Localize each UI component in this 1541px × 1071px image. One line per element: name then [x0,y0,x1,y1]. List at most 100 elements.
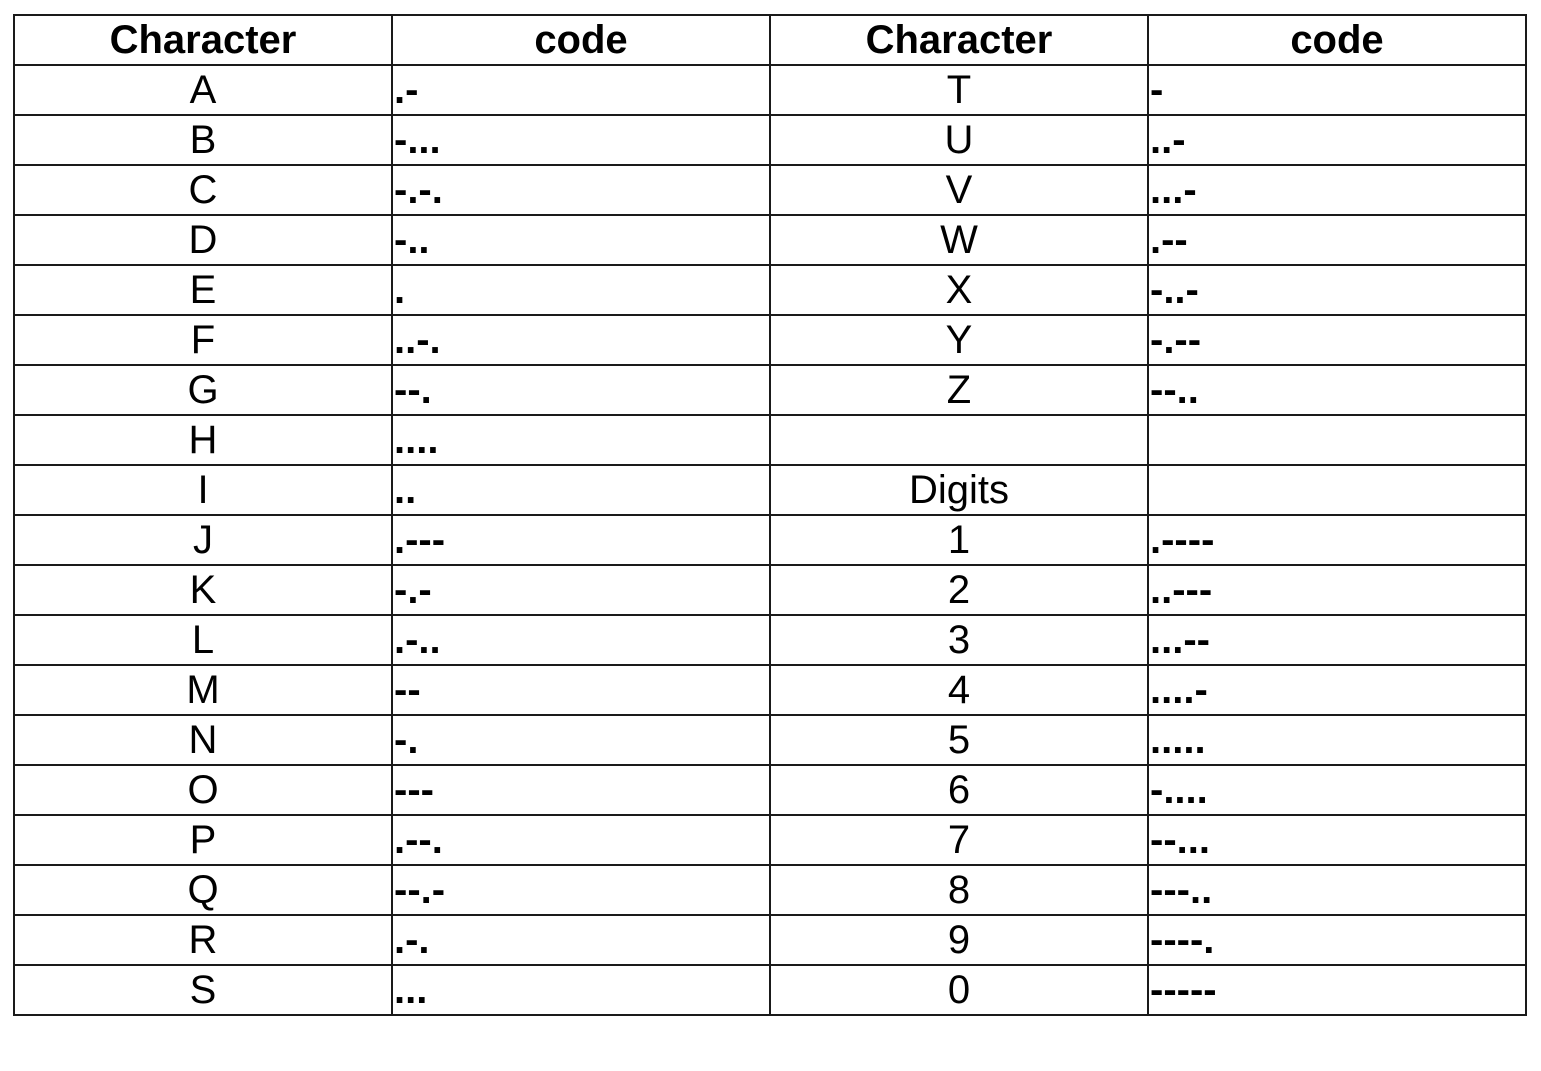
header-character-right: Character [769,14,1149,66]
table-row: E. X -..- [13,264,1527,316]
character-cell: S [13,964,393,1016]
character-cell: Y [769,314,1149,366]
character-cell: A [13,64,393,116]
character-cell: 8 [769,864,1149,916]
table-row: B -... U ..- [13,114,1527,166]
character-cell: G [13,364,393,416]
code-cell: .- [391,64,771,116]
code-cell: .--. [391,814,771,866]
header-code-left: code [391,14,771,66]
table-row: N -. 5..... [13,714,1527,766]
character-cell: 5 [769,714,1149,766]
code-cell: ---.. [1147,864,1527,916]
character-cell: 7 [769,814,1149,866]
table-body: A .- T - B -... U ..- C -.-. V ...- D -.. W .-- E. X -..- F… [13,64,1527,1016]
code-cell: -.... [1147,764,1527,816]
code-cell: --.- [391,864,771,916]
code-cell: .-.. [391,614,771,666]
code-cell: .---- [1147,514,1527,566]
character-cell: 1 [769,514,1149,566]
code-cell: - [1147,64,1527,116]
code-cell: --... [1147,814,1527,866]
code-cell: ..--- [1147,564,1527,616]
code-cell: .-. [391,914,771,966]
table-row: J .--- 1 .---- [13,514,1527,566]
code-cell: .-- [1147,214,1527,266]
character-cell: C [13,164,393,216]
character-cell: F [13,314,393,366]
code-cell: ..-. [391,314,771,366]
character-cell: H [13,414,393,466]
header-row: Character code Character code [13,14,1527,66]
character-cell: M [13,664,393,716]
code-cell: -..- [1147,264,1527,316]
character-cell: 6 [769,764,1149,816]
code-cell: --.. [1147,364,1527,416]
table-row: O --- 6 -.... [13,764,1527,816]
character-cell: W [769,214,1149,266]
character-cell: P [13,814,393,866]
character-cell: J [13,514,393,566]
table-row: G --. Z --.. [13,364,1527,416]
character-cell: 3 [769,614,1149,666]
code-cell: ..- [1147,114,1527,166]
table-header: Character code Character code [13,14,1527,66]
character-cell: X [769,264,1149,316]
code-cell: -.-. [391,164,771,216]
code-cell [1147,414,1527,466]
character-cell: R [13,914,393,966]
character-cell: 9 [769,914,1149,966]
character-cell: T [769,64,1149,116]
code-cell: -.- [391,564,771,616]
table-row: F ..-. Y -.-- [13,314,1527,366]
code-cell: ...-- [1147,614,1527,666]
code-cell: -- [391,664,771,716]
code-cell: .--- [391,514,771,566]
table-row: C -.-. V ...- [13,164,1527,216]
table-row: H.... [13,414,1527,466]
code-cell: . [391,264,771,316]
table-row: L .-.. 3 ...-- [13,614,1527,666]
character-cell: U [769,114,1149,166]
code-cell: ....- [1147,664,1527,716]
character-cell [769,414,1149,466]
morse-code-table: Character code Character code A .- T - B -...… [13,14,1527,1016]
character-cell: 0 [769,964,1149,1016]
header-character-left: Character [13,14,393,66]
code-cell: -. [391,714,771,766]
table-row: S... 0 ----- [13,964,1527,1016]
character-cell: E [13,264,393,316]
header-code-right: code [1147,14,1527,66]
character-cell: 4 [769,664,1149,716]
character-cell: Q [13,864,393,916]
character-cell: Z [769,364,1149,416]
code-cell: ... [391,964,771,1016]
character-cell: D [13,214,393,266]
code-cell: .. [391,464,771,516]
code-cell: ----- [1147,964,1527,1016]
character-cell: 2 [769,564,1149,616]
code-cell: ..... [1147,714,1527,766]
table-row: P .--. 7 --... [13,814,1527,866]
character-cell: N [13,714,393,766]
code-cell: ----. [1147,914,1527,966]
character-cell: O [13,764,393,816]
character-cell: V [769,164,1149,216]
code-cell: --- [391,764,771,816]
table-row: M -- 4 ....- [13,664,1527,716]
character-cell: L [13,614,393,666]
character-cell: K [13,564,393,616]
code-cell: .... [391,414,771,466]
table-row: K -.- 2 ..--- [13,564,1527,616]
code-cell: ...- [1147,164,1527,216]
code-cell: -... [391,114,771,166]
table-row: D -.. W .-- [13,214,1527,266]
table-row: A .- T - [13,64,1527,116]
code-cell: --. [391,364,771,416]
character-cell: Digits [769,464,1149,516]
table-row: Q --.- 8 ---.. [13,864,1527,916]
character-cell: B [13,114,393,166]
code-cell: -.-- [1147,314,1527,366]
table-row: I.. Digits [13,464,1527,516]
character-cell: I [13,464,393,516]
